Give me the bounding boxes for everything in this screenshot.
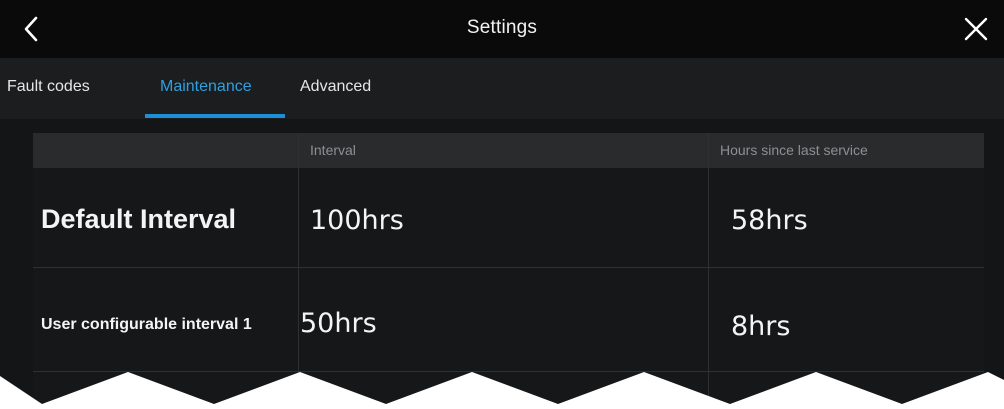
- close-icon: [964, 17, 988, 41]
- row-divider: [33, 267, 984, 268]
- title-bar: Settings: [0, 0, 1004, 58]
- row-label-default-interval: Default Interval: [41, 204, 237, 234]
- column-header-hours-since-service: Hours since last service: [720, 142, 868, 158]
- settings-screen: Settings Fault codes Maintenance Advance…: [0, 0, 1004, 409]
- row-label-user-interval-1: User configurable interval 1: [41, 316, 252, 333]
- torn-edge-cutout: [0, 372, 1004, 409]
- tab-advanced[interactable]: Advanced: [300, 58, 371, 119]
- active-tab-indicator: [145, 114, 285, 118]
- table-header: Interval Hours since last service: [33, 133, 984, 168]
- interval-value: 100hrs: [310, 205, 404, 236]
- column-header-interval: Interval: [310, 142, 356, 158]
- page-title: Settings: [466, 17, 538, 38]
- tab-maintenance[interactable]: Maintenance: [160, 58, 252, 119]
- hours-since-service-value: 58hrs: [731, 205, 808, 236]
- close-button[interactable]: [956, 8, 996, 50]
- tab-bar: Fault codes Maintenance Advanced: [0, 58, 1004, 119]
- interval-value: 50hrs: [300, 308, 377, 339]
- tab-fault-codes[interactable]: Fault codes: [7, 58, 90, 119]
- hours-since-service-value: 8hrs: [731, 311, 791, 342]
